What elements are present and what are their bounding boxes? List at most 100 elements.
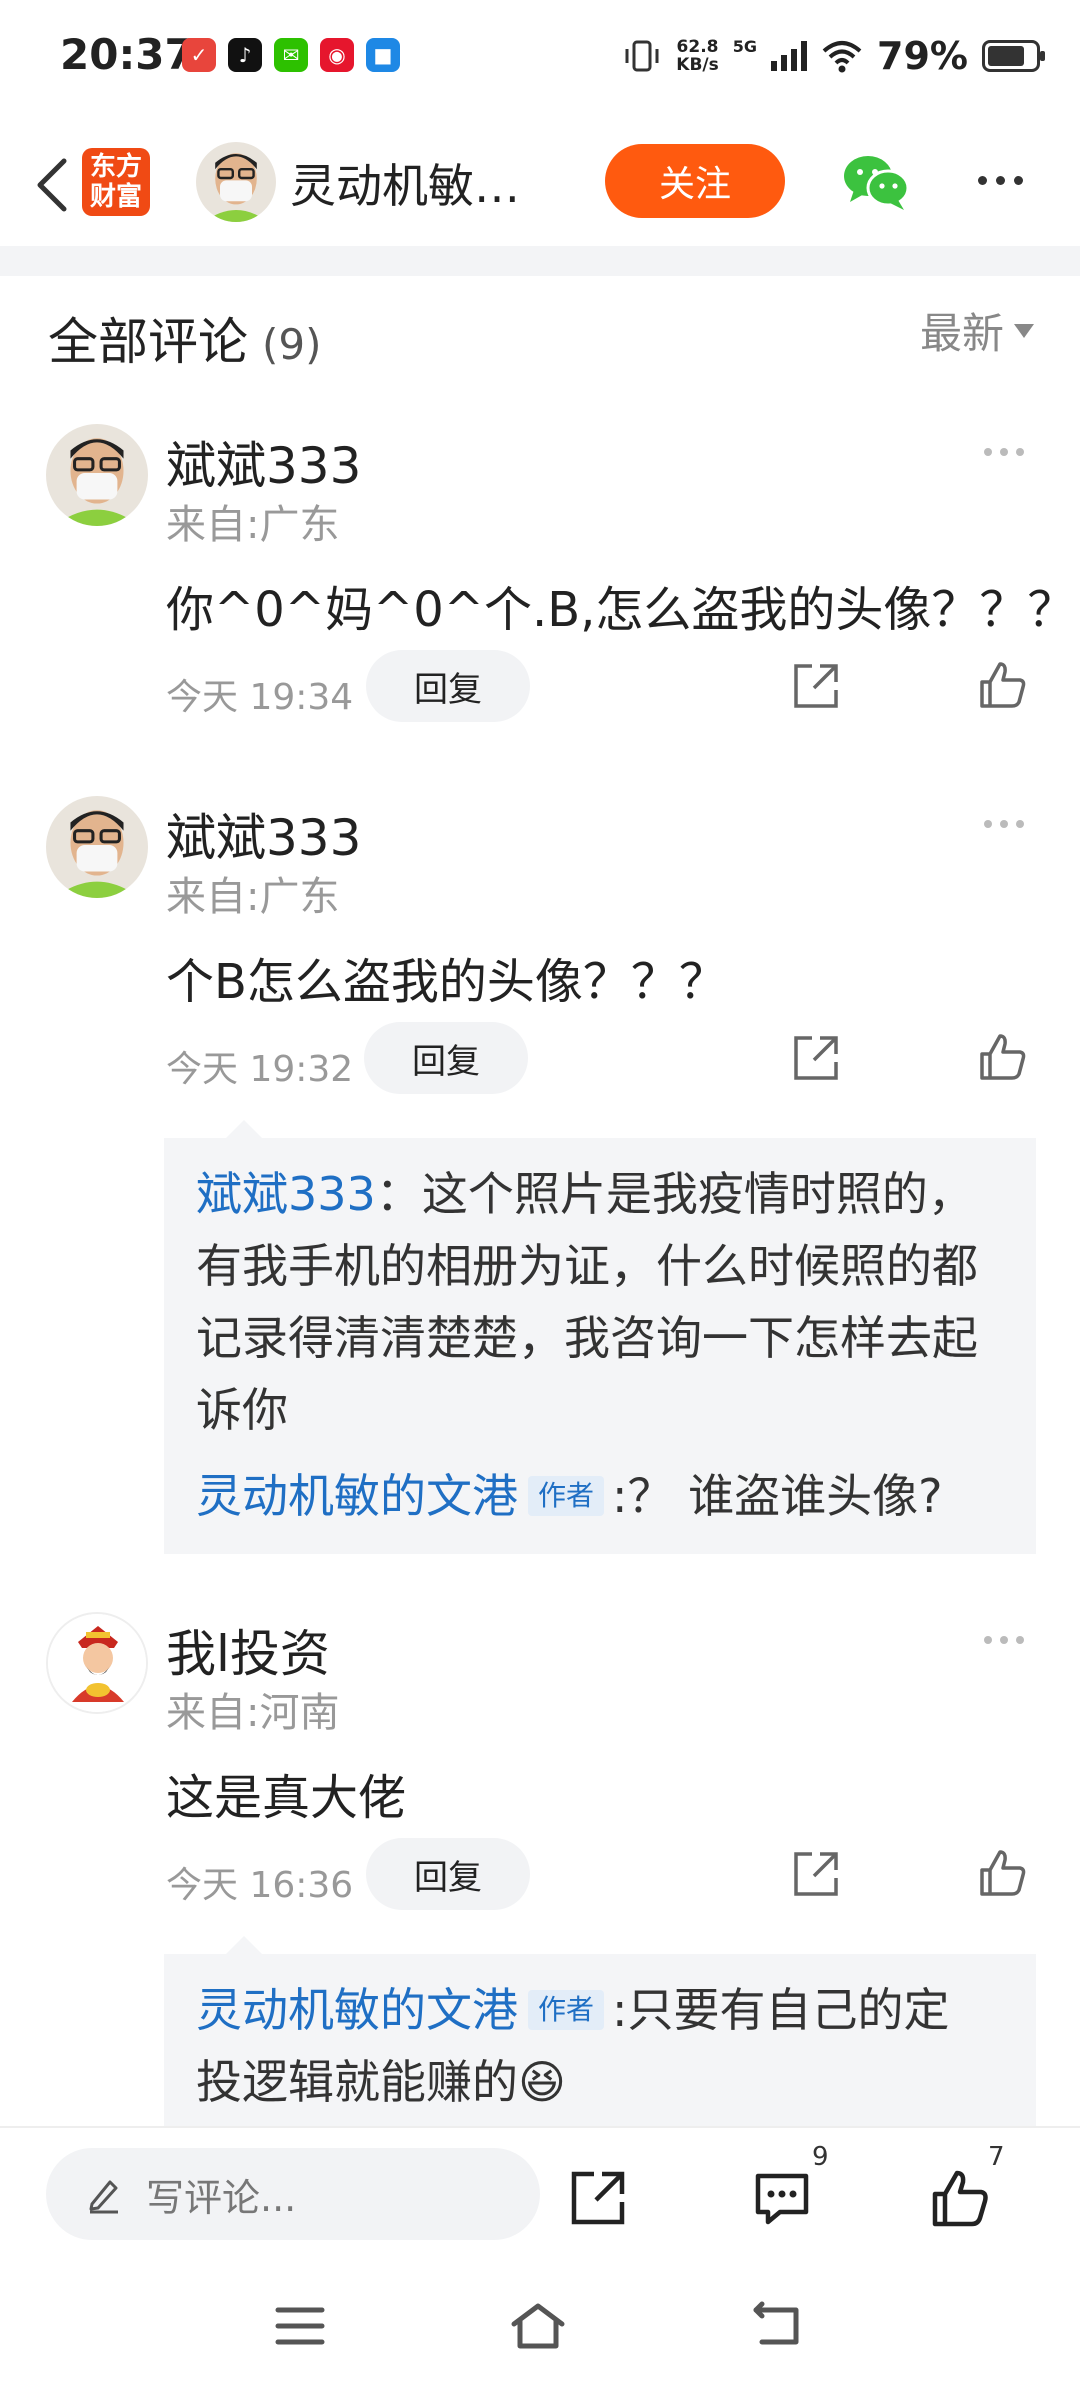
person-with-mask-avatar-image [46, 796, 148, 898]
net-speed-value: 62.8 [676, 37, 719, 57]
article-header: 东方 财富 灵动机敏… 关注 [0, 130, 1080, 240]
comments-title: 全部评论 (9) [48, 302, 322, 374]
net-speed: 62.8 KB/s [676, 38, 718, 74]
eastmoney-logo[interactable]: 东方 财富 [82, 148, 150, 216]
commenter-name[interactable]: 斌斌333 [166, 426, 361, 498]
comment-text: 这是真大佬 [166, 1770, 407, 1826]
thumbs-up-icon [932, 2170, 988, 2227]
like-count-badge: 7 [988, 2142, 1005, 2172]
wifi-icon [822, 41, 862, 73]
reply-author-name[interactable]: 灵动机敏的文港 [196, 1469, 518, 1523]
pencil-icon [89, 2180, 118, 2214]
tiktok-notification-icon: ♪ [228, 38, 262, 72]
share-icon[interactable] [790, 1848, 842, 1900]
person-with-mask-avatar-image [196, 142, 276, 222]
system-navigation-bar [0, 2266, 1080, 2388]
more-dots-icon [984, 448, 992, 456]
sort-label: 最新 [919, 309, 1004, 358]
logo-line2: 财富 [89, 182, 142, 212]
thumbs-up-icon[interactable] [978, 660, 1028, 710]
battery-icon [982, 40, 1045, 72]
sort-dropdown[interactable]: 最新 [920, 300, 1034, 361]
reply-text-line: 投逻辑就能赚的😆 [196, 2055, 566, 2109]
wechat-icon [844, 156, 910, 210]
back-button[interactable] [20, 150, 84, 220]
status-bar: 20:37 ✓ ♪ ✉ ◉ ■ 62.8 KB/s 5G 79% [0, 0, 1080, 118]
author-name[interactable]: 灵动机敏… [290, 150, 550, 216]
app-notification-icon: ■ [366, 38, 400, 72]
commenter-avatar[interactable] [46, 796, 148, 898]
comment-more-button[interactable] [984, 448, 1024, 456]
reply-thread: 灵动机敏的文港 作者:只要有自己的定 投逻辑就能赚的😆 [164, 1936, 1036, 2126]
commenter-location: 来自:广东 [166, 874, 340, 920]
back-icon[interactable] [748, 2300, 808, 2352]
god-of-wealth-avatar-image [48, 1614, 146, 1712]
signal-icon [771, 41, 808, 71]
comments-button[interactable] [752, 2168, 812, 2228]
write-comment-input[interactable]: 写评论... [46, 2148, 540, 2240]
caret-down-icon [1014, 323, 1034, 338]
thumbs-up-icon[interactable] [978, 1032, 1028, 1082]
person-with-mask-avatar-image [46, 424, 148, 526]
section-divider [0, 246, 1080, 276]
author-badge: 作者 [528, 1475, 605, 1516]
reply-button[interactable]: 回复 [364, 1022, 528, 1094]
comments-count: (9) [262, 320, 322, 369]
network-type: 5G [732, 36, 758, 56]
comments-title-text: 全部评论 [48, 313, 248, 371]
follow-button[interactable]: 关注 [605, 144, 785, 218]
comment-more-button[interactable] [984, 1636, 1024, 1644]
commenter-avatar[interactable] [46, 424, 148, 526]
author-badge: 作者 [528, 1989, 605, 2030]
stock-app-notification-icon: ✓ [182, 38, 216, 72]
author-avatar[interactable] [196, 142, 276, 222]
reply-button[interactable]: 回复 [366, 650, 530, 722]
commenter-name[interactable]: 斌斌333 [166, 798, 361, 870]
reply-author-name[interactable]: 灵动机敏的文港 [196, 1983, 518, 2037]
commenter-location: 来自:河南 [166, 1690, 340, 1736]
comment-text: 个B怎么盗我的头像？？？ [166, 954, 727, 1010]
chevron-left-icon [37, 158, 67, 212]
status-time: 20:37 [60, 30, 194, 79]
share-icon[interactable] [790, 1032, 842, 1084]
weibo-notification-icon: ◉ [320, 38, 354, 72]
reply-item[interactable]: 斌斌333：这个照片是我疫情时照的， 有我手机的相册为证，什么时候照的都 记录得… [196, 1158, 1004, 1446]
comment-text: 你^0^妈^0^个.B,怎么盗我的头像？？？ [166, 582, 1076, 638]
comment-count-badge: 9 [812, 2142, 829, 2172]
menu-icon[interactable] [270, 2300, 330, 2352]
share-icon[interactable] [790, 660, 842, 712]
home-icon[interactable] [508, 2300, 568, 2352]
more-dots-icon [984, 1636, 992, 1644]
logo-line1: 东方 [89, 152, 142, 182]
commenter-avatar[interactable] [46, 1612, 148, 1714]
comment-time: 今天 16:36 [166, 1865, 354, 1906]
reply-separator: ： [375, 1167, 422, 1221]
reply-text: :只要有自己的定 [612, 1983, 950, 2037]
vibrate-icon [625, 40, 659, 72]
like-button[interactable] [930, 2168, 990, 2228]
thumbs-up-icon[interactable] [978, 1848, 1028, 1898]
reply-text-line: 诉你 [196, 1383, 288, 1437]
comment-time: 今天 19:34 [166, 677, 354, 718]
reply-author-name[interactable]: 斌斌333 [196, 1167, 376, 1221]
reply-thread: 斌斌333：这个照片是我疫情时照的， 有我手机的相册为证，什么时候照的都 记录得… [164, 1120, 1036, 1554]
more-options-button[interactable] [970, 160, 1030, 200]
bottom-action-bar: 写评论... 9 7 [0, 2126, 1080, 2266]
reply-text-line: 这个照片是我疫情时照的， [421, 1167, 974, 1221]
battery-fill [988, 46, 1024, 66]
reply-item[interactable]: 灵动机敏的文港 作者:？ 谁盗谁头像? [196, 1460, 1004, 1532]
reply-text-line: 记录得清清楚楚，我咨询一下怎样去起 [196, 1311, 978, 1365]
battery-percent: 79% [877, 34, 968, 78]
status-indicators: 62.8 KB/s 5G 79% [622, 34, 1045, 78]
reply-item[interactable]: 灵动机敏的文港 作者:只要有自己的定 投逻辑就能赚的😆 [196, 1974, 1004, 2118]
more-dots-icon [984, 820, 992, 828]
wechat-share-button[interactable] [840, 150, 912, 214]
reply-text: :？ 谁盗谁头像? [612, 1469, 943, 1523]
comment-more-button[interactable] [984, 820, 1024, 828]
comment-bubble-icon [755, 2173, 809, 2225]
write-comment-placeholder: 写评论... [146, 2175, 297, 2220]
notification-icons: ✓ ♪ ✉ ◉ ■ [182, 38, 400, 72]
share-icon[interactable] [568, 2168, 628, 2228]
reply-button[interactable]: 回复 [366, 1838, 530, 1910]
commenter-name[interactable]: 我l投资 [166, 1614, 330, 1686]
